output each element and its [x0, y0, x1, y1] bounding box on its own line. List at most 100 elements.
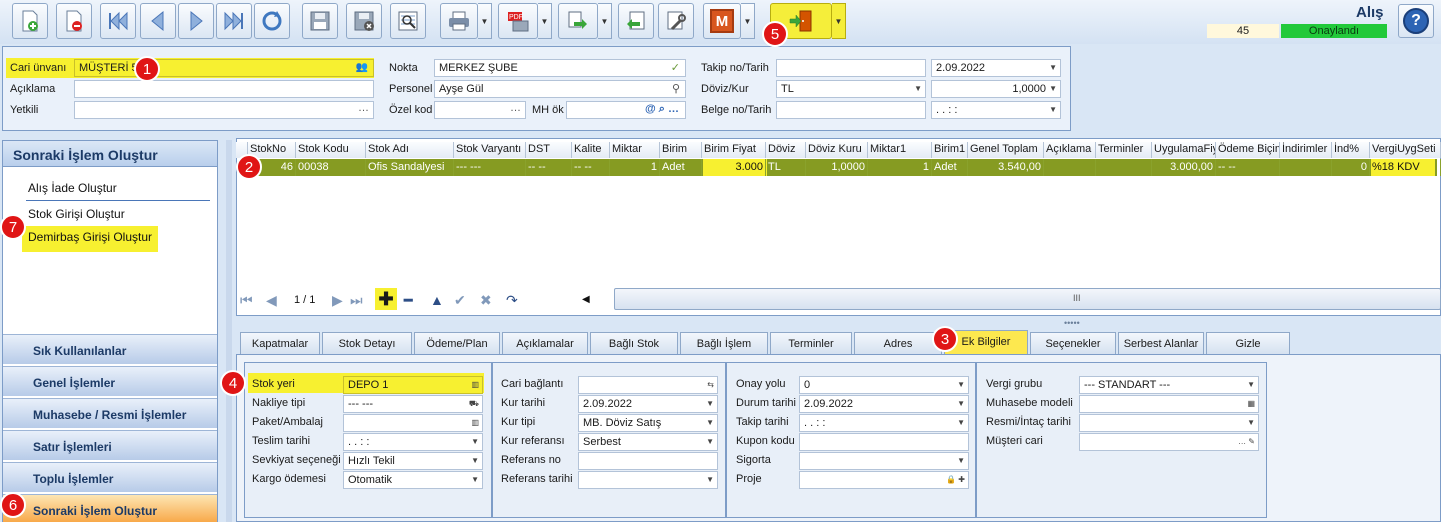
refresh-button[interactable]	[254, 3, 290, 39]
demirbas-girisi-link[interactable]: Demirbaş Girişi Oluştur	[28, 230, 152, 244]
nav-toplu-islemler[interactable]: Toplu İşlemler	[3, 462, 217, 492]
move-up-icon[interactable]: ▲	[430, 292, 444, 308]
next-page-icon[interactable]: ▶	[332, 292, 343, 309]
transfer-dropdown[interactable]: ▼	[598, 3, 612, 39]
grid-cell[interactable]	[1280, 159, 1332, 176]
s4-field-0[interactable]: --- STANDART --- ▼	[1079, 376, 1259, 394]
belge-no-field[interactable]	[776, 101, 926, 119]
s4-field-3[interactable]: … ✎	[1079, 433, 1259, 451]
first-record-button[interactable]	[100, 3, 136, 39]
nav-sik-kullanilanlar[interactable]: Sık Kullanılanlar	[3, 334, 217, 364]
grid-cell[interactable]: -- --	[1216, 159, 1280, 176]
tab-5[interactable]: Bağlı İşlem	[680, 332, 768, 354]
s2-field-2[interactable]: MB. Döviz Satış ▼	[578, 414, 718, 432]
nav-sonraki-islem[interactable]: Sonraki İşlem Oluştur	[3, 494, 217, 522]
s3-field-0[interactable]: 0 ▼	[799, 376, 969, 394]
s2-field-5[interactable]: ▼	[578, 471, 718, 489]
cancel-save-button[interactable]	[346, 3, 382, 39]
print-dropdown[interactable]: ▼	[478, 3, 492, 39]
grid-cell[interactable]: Adet	[660, 159, 702, 176]
print-button[interactable]	[440, 3, 478, 39]
s1-field-5[interactable]: Otomatik ▼	[343, 471, 483, 489]
nav-satir-islemleri[interactable]: Satır İşlemleri	[3, 430, 217, 460]
personel-field[interactable]: Ayşe Gül ⚲	[434, 80, 686, 98]
next-record-button[interactable]	[178, 3, 214, 39]
kur-field[interactable]: 1,0000 ▼	[931, 80, 1061, 98]
nokta-field[interactable]: MERKEZ ŞUBE ✓	[434, 59, 686, 77]
first-page-icon[interactable]: ⏮	[240, 292, 253, 309]
m-button[interactable]: M	[703, 3, 741, 39]
previous-page-icon[interactable]: ◀	[266, 292, 277, 309]
exit-dropdown[interactable]: ▼	[832, 3, 846, 39]
s3-field-2[interactable]: . . : : ▼	[799, 414, 969, 432]
mhok-field[interactable]: @ ⌕ …	[566, 101, 686, 119]
delete-document-button[interactable]	[56, 3, 92, 39]
confirm-icon[interactable]: ✔	[454, 292, 466, 309]
cari-field[interactable]: MÜŞTERİ 5 👥	[74, 59, 374, 77]
grid-cell[interactable]: Ofis Sandalyesi	[366, 159, 454, 176]
save-button[interactable]	[302, 3, 338, 39]
tab-4[interactable]: Bağlı Stok	[590, 332, 678, 354]
s3-field-3[interactable]	[799, 433, 969, 451]
resize-grip-icon[interactable]: •••••	[1064, 318, 1080, 328]
grid-cell[interactable]: 3.000,00	[1152, 159, 1216, 176]
s2-field-1[interactable]: 2.09.2022 ▼	[578, 395, 718, 413]
s1-field-3[interactable]: . . : : ▼	[343, 433, 483, 451]
s4-field-2[interactable]: ▼	[1079, 414, 1259, 432]
vertical-splitter[interactable]	[226, 140, 232, 522]
stok-girisi-link[interactable]: Stok Girişi Oluştur	[28, 207, 125, 221]
alis-iade-link[interactable]: Alış İade Oluştur	[28, 181, 117, 195]
s4-field-1[interactable]: ▦	[1079, 395, 1259, 413]
s3-field-4[interactable]: ▼	[799, 452, 969, 470]
new-document-button[interactable]	[12, 3, 48, 39]
grid-cell[interactable]: 3.540,00	[968, 159, 1044, 176]
takip-no-field[interactable]	[776, 59, 926, 77]
help-button[interactable]: ?	[1398, 4, 1434, 38]
return-button[interactable]	[618, 3, 654, 39]
undo-icon[interactable]: ↷	[506, 292, 518, 309]
s1-field-0[interactable]: DEPO 1 ▥	[343, 376, 483, 394]
scroll-left-icon[interactable]: ◀	[582, 294, 590, 305]
s2-field-3[interactable]: Serbest ▼	[578, 433, 718, 451]
preview-button[interactable]	[390, 3, 426, 39]
pdf-export-button[interactable]: PDF	[498, 3, 538, 39]
yetkili-field[interactable]: …	[74, 101, 374, 119]
grid-cell[interactable]: 00038	[296, 159, 366, 176]
s1-field-2[interactable]: ▥	[343, 414, 483, 432]
m-dropdown[interactable]: ▼	[741, 3, 755, 39]
grid-cell[interactable]: -- --	[526, 159, 572, 176]
transfer-button[interactable]	[558, 3, 598, 39]
grid-cell[interactable]: 1,0000	[806, 159, 868, 176]
tools-button[interactable]	[658, 3, 694, 39]
s3-field-5[interactable]: 🔒 ✚	[799, 471, 969, 489]
last-record-button[interactable]	[216, 3, 252, 39]
belge-date-field[interactable]: . . : : ▼	[931, 101, 1061, 119]
nav-genel-islemler[interactable]: Genel İşlemler	[3, 366, 217, 396]
grid-cell[interactable]	[1096, 159, 1152, 176]
tab-9[interactable]: Seçenekler	[1030, 332, 1116, 354]
tab-2[interactable]: Ödeme/Plan	[414, 332, 500, 354]
tab-1[interactable]: Stok Detayı	[322, 332, 412, 354]
grid-cell[interactable]	[1044, 159, 1096, 176]
doviz-select[interactable]: TL ▼	[776, 80, 926, 98]
grid-cell[interactable]: TL	[766, 159, 806, 176]
pdf-dropdown[interactable]: ▼	[538, 3, 552, 39]
grid-cell[interactable]: Adet	[932, 159, 968, 176]
s2-field-0[interactable]: ⇆	[578, 376, 718, 394]
tab-6[interactable]: Terminler	[770, 332, 852, 354]
s2-field-4[interactable]	[578, 452, 718, 470]
previous-record-button[interactable]	[140, 3, 176, 39]
cancel-icon[interactable]: ✖	[480, 292, 492, 309]
aciklama-field[interactable]	[74, 80, 374, 98]
remove-row-icon[interactable]: ━	[404, 292, 412, 309]
s3-field-1[interactable]: 2.09.2022 ▼	[799, 395, 969, 413]
grid-cell[interactable]: -- --	[572, 159, 610, 176]
tab-7[interactable]: Adres	[854, 332, 942, 354]
takip-date-field[interactable]: 2.09.2022 ▼	[931, 59, 1061, 77]
horizontal-scrollbar[interactable]: III	[614, 288, 1441, 310]
grid-cell[interactable]: 1	[610, 159, 660, 176]
last-page-icon[interactable]: ⏭	[350, 292, 363, 309]
ozelkod-field[interactable]: …	[434, 101, 526, 119]
s1-field-4[interactable]: Hızlı Tekil ▼	[343, 452, 483, 470]
nav-muhasebe[interactable]: Muhasebe / Resmi İşlemler	[3, 398, 217, 428]
